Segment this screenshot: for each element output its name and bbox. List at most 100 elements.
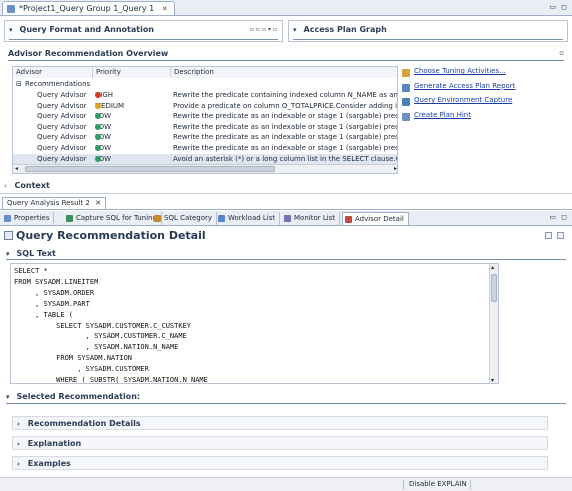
action-icon (402, 112, 410, 121)
status-divider (403, 480, 404, 490)
maximize-icon[interactable]: ◻ (561, 213, 567, 221)
table-row[interactable]: Query Advisor LOW Rewrite the predicate as… (13, 111, 397, 122)
sql-line: SELECT SYSADM.CUSTOMER.C_CUSTKEY (14, 321, 192, 330)
editor-tab-bar: *Project1_Query Group 1_Query 1 ✕ ▭ ◻ (0, 0, 572, 16)
action-link[interactable]: Create Plan Hint (414, 111, 471, 119)
minimize-icon[interactable]: ▭ (549, 3, 556, 11)
view-tab-label: Capture SQL for Tuning (76, 214, 157, 222)
selected-recommendation-title: Selected Recommendation: (16, 392, 141, 401)
query-format-header[interactable]: ▾ Query Format and Annotation (9, 25, 154, 34)
horizontal-scrollbar[interactable]: ◂ ▸ (13, 164, 397, 173)
view-tab-icon (4, 215, 11, 222)
restore-icon[interactable]: ▫ (559, 49, 564, 57)
priority-icon (95, 145, 101, 151)
priority-cell: LOW (95, 112, 169, 120)
panel-toolbar-icons[interactable]: ▫▫▫▾▫ (250, 26, 279, 33)
access-plan-title: Access Plan Graph (303, 25, 387, 34)
priority-cell: LOW (95, 123, 169, 131)
chevron-down-icon: ▾ (6, 250, 10, 258)
priority-icon (95, 92, 101, 98)
editor-tab[interactable]: *Project1_Query Group 1_Query 1 ✕ (2, 1, 175, 15)
recommendation-details-section[interactable]: › Recommendation Details (12, 416, 548, 430)
scroll-down-icon[interactable]: ▾ (491, 377, 494, 383)
view-tab[interactable]: SQL Category (152, 212, 218, 225)
advisor-cell: Query Advisor (37, 101, 87, 110)
view-tab-label: Workload List (228, 214, 276, 222)
status-text[interactable]: Disable EXPLAIN (409, 480, 467, 488)
view-tab[interactable]: Advisor Detail (342, 212, 409, 225)
explanation-section[interactable]: › Explanation (12, 436, 548, 450)
table-row[interactable]: Query Advisor HIGH Rewrite the predicate c… (13, 90, 397, 101)
detail-title: Query Recommendation Detail (16, 229, 206, 242)
close-icon[interactable]: ✕ (162, 5, 168, 13)
sql-line: , SYSADM.NATION.N_NAME (14, 343, 179, 352)
vertical-scrollbar[interactable]: ▴ ▾ (489, 264, 498, 383)
table-row[interactable]: Query Advisor LOW Avoid an asterisk (*) or… (13, 153, 397, 165)
access-plan-header[interactable]: ▾ Access Plan Graph (293, 25, 387, 34)
description-cell: Rewrite the predicate as an indexable or… (173, 144, 397, 152)
view-tab[interactable]: Capture SQL for Tuning (64, 212, 162, 225)
examples-section[interactable]: › Examples (12, 456, 548, 470)
detail-header: Query Recommendation Detail (4, 228, 568, 244)
table-row[interactable]: Query Advisor MEDIUM Provide a predicate o… (13, 101, 397, 112)
access-plan-panel: ▾ Access Plan Graph (288, 20, 568, 42)
selected-recommendation-header[interactable]: ▾ Selected Recommendation: (6, 392, 140, 401)
scrollbar-thumb[interactable] (25, 166, 275, 172)
column-header-description[interactable]: Description (171, 67, 397, 78)
sql-text-area[interactable]: SELECT * FROM SYSADM.LINEITEM , SYSADM.OR… (10, 263, 499, 384)
query-file-icon (7, 5, 15, 13)
action-link[interactable]: Choose Tuning Activities... (414, 67, 506, 75)
sql-section-header[interactable]: ▾ SQL Text (6, 249, 56, 258)
scroll-left-icon[interactable]: ◂ (15, 165, 18, 172)
chevron-right-icon: › (17, 420, 20, 428)
chevron-right-icon: › (4, 182, 7, 190)
toolbar-button-icon[interactable] (557, 232, 564, 239)
table-row[interactable]: Query Advisor LOW Rewrite the predicate as… (13, 122, 397, 133)
column-header-priority[interactable]: Priority (93, 67, 171, 78)
sql-line: WHERE ( SUBSTR( SYSADM.NATION.N_NAME (14, 376, 208, 384)
action-icon (402, 69, 410, 77)
description-cell: Rewrite the predicate as an indexable or… (173, 112, 397, 121)
view-tab-label: SQL Category (164, 214, 213, 222)
query-format-title: Query Format and Annotation (19, 25, 155, 34)
sql-line: , SYSADM.CUSTOMER.C_NAME (14, 332, 187, 341)
advisor-overview-panel: Advisor Recommendation Overview ▫ Adviso… (4, 47, 568, 177)
sql-line: FROM SYSADM.NATION (14, 354, 133, 363)
view-tab[interactable]: Monitor List (282, 212, 341, 225)
context-section[interactable]: › Context (4, 181, 50, 190)
scroll-up-icon[interactable]: ▴ (491, 264, 494, 271)
editor-tab-label: *Project1_Query Group 1_Query 1 (19, 4, 155, 13)
action-icon (402, 83, 410, 92)
result-tab-label: Query Analysis Result 2 (7, 199, 90, 207)
scrollbar-thumb[interactable] (491, 274, 497, 302)
sql-text[interactable]: SELECT * FROM SYSADM.LINEITEM , SYSADM.OR… (14, 266, 208, 384)
table-row[interactable]: Query Advisor LOW Rewrite the predicate as… (13, 132, 397, 143)
description-cell: Avoid an asterisk (*) or a long column l… (173, 154, 397, 163)
priority-cell: LOW (95, 155, 169, 163)
chevron-right-icon: › (17, 440, 20, 448)
action-link[interactable]: Generate Access Plan Report (414, 82, 515, 90)
query-format-panel: ▾ Query Format and Annotation ▫▫▫▾▫ (4, 20, 283, 42)
toolbar-button-icon[interactable] (545, 232, 552, 239)
view-tab-icon (66, 215, 73, 222)
maximize-icon[interactable]: ◻ (561, 3, 567, 11)
group-row[interactable]: ⊟ Recommendations (13, 79, 397, 90)
view-tab[interactable]: Properties (2, 212, 55, 225)
sql-line: SELECT * (14, 267, 48, 275)
scroll-right-icon[interactable]: ▸ (394, 165, 397, 172)
view-tab[interactable]: Workload List (216, 212, 281, 225)
close-icon[interactable]: ✕ (95, 199, 101, 207)
minimize-icon[interactable]: ▭ (549, 213, 556, 221)
advisor-cell: Query Advisor (37, 91, 87, 99)
result-tab[interactable]: Query Analysis Result 2 ✕ (2, 197, 106, 209)
chevron-down-icon: ▾ (9, 26, 13, 34)
description-cell: Provide a predicate on column O_TOTALPRI… (173, 101, 397, 110)
column-header-advisor[interactable]: Advisor (13, 67, 93, 78)
advisor-cell: Query Advisor (37, 112, 87, 121)
collapse-icon[interactable]: ⊟ (16, 80, 22, 88)
chevron-right-icon: › (17, 460, 20, 468)
status-divider (470, 480, 471, 490)
table-row[interactable]: Query Advisor LOW Rewrite the predicate as… (13, 143, 397, 154)
action-link[interactable]: Query Environment Capture (414, 96, 512, 104)
examples-title: Examples (27, 459, 71, 468)
